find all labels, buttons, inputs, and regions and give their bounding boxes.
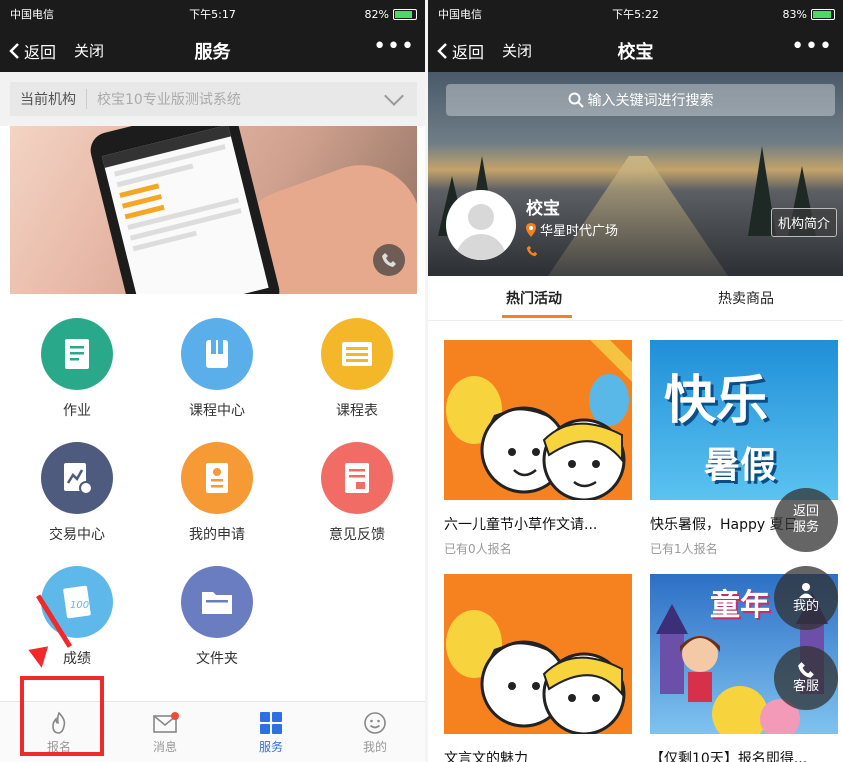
card-image-text: 快乐 (664, 371, 769, 431)
search-icon (568, 92, 584, 108)
grid-item-course-center[interactable]: 课程中心 (162, 318, 272, 420)
annotation-highlight-box (20, 676, 104, 756)
promo-banner[interactable] (10, 126, 417, 294)
grid-label: 课程表 (336, 403, 378, 419)
transaction-icon (41, 442, 113, 514)
float-support-label: 客服 (792, 679, 819, 694)
content-tabs: 热门活动 热卖商品 (428, 276, 843, 321)
tab-label: 我的 (362, 740, 387, 754)
annotation-arrow-head (28, 646, 52, 670)
org-selector[interactable]: 当前机构 校宝10专业版测试系统 (10, 82, 417, 116)
float-return-label: 返回 (792, 504, 819, 519)
status-time: 下午5:22 (612, 8, 659, 21)
shop-hero-banner: 输入关键词进行搜索 校宝 华星时代广场 机构简介 (428, 72, 843, 276)
return-service-button[interactable]: 返回 服务 (774, 488, 838, 552)
org-label: 当前机构 (10, 89, 87, 109)
shop-address-text: 华星时代广场 (540, 224, 619, 239)
avatar[interactable] (446, 190, 516, 260)
tab-mine[interactable]: 我的 (322, 702, 425, 762)
battery-icon (811, 8, 835, 20)
left-phone-screen: 中国电信 下午5:17 82% 返回 关闭 服务 ••• 当前机构 校宝10专业… (0, 0, 425, 762)
card-signup-count: 已有0人报名 (444, 542, 512, 556)
card-title: 文言文的魅力 (444, 751, 528, 762)
org-selector-bar: 当前机构 校宝10专业版测试系统 (0, 72, 425, 126)
grid-label: 意见反馈 (329, 527, 385, 543)
right-phone-screen: 中国电信 下午5:22 83% 返回 关闭 校宝 ••• 输入关键词进行搜索 校… (428, 0, 843, 762)
tab-label: 消息 (152, 740, 177, 754)
folder-icon (181, 566, 253, 638)
application-icon (181, 442, 253, 514)
org-value: 校宝10专业版测试系统 (97, 92, 241, 108)
homework-icon (41, 318, 113, 390)
grid-label: 课程中心 (189, 403, 245, 419)
page-title: 服务 (194, 42, 231, 63)
activity-card[interactable]: 文言文的魅力 (444, 574, 632, 762)
status-bar: 中国电信 下午5:22 83% (428, 0, 843, 28)
user-icon (799, 583, 813, 598)
smile-icon (322, 708, 425, 738)
chevron-down-icon (384, 86, 404, 106)
mine-float-button[interactable]: 我的 (774, 566, 838, 630)
nav-bar: 返回 关闭 校宝 ••• (428, 28, 843, 72)
grid-item-homework[interactable]: 作业 (22, 318, 132, 420)
search-placeholder: 输入关键词进行搜索 (587, 93, 714, 109)
phone-image (86, 126, 284, 294)
tab-hot-activities[interactable]: 热门活动 (506, 288, 562, 308)
float-mine-label: 我的 (792, 599, 819, 614)
activity-card[interactable]: 六一儿童节小草作文请... 已有0人报名 (444, 340, 632, 557)
grid-item-transaction[interactable]: 交易中心 (22, 442, 132, 544)
phone-call-icon (798, 662, 814, 678)
tab-hot-products[interactable]: 热卖商品 (718, 288, 774, 308)
org-intro-button[interactable]: 机构简介 (770, 208, 837, 237)
status-time: 下午5:17 (189, 8, 236, 21)
grid-item-schedule[interactable]: 课程表 (302, 318, 412, 420)
support-float-button[interactable]: 客服 (774, 646, 838, 710)
nav-bar: 返回 关闭 服务 ••• (0, 28, 425, 72)
svg-text:100: 100 (70, 600, 89, 611)
search-input[interactable]: 输入关键词进行搜索 (446, 84, 835, 116)
tab-services[interactable]: 服务 (218, 702, 324, 762)
grid-label: 文件夹 (196, 651, 238, 667)
more-button[interactable]: ••• (373, 34, 415, 59)
grid-icon (218, 708, 324, 738)
card-image (444, 574, 632, 734)
score-icon: 100 (41, 566, 113, 638)
card-title: 【仅剩10天】报名即得... (650, 751, 808, 762)
battery-percent: 83% (782, 7, 807, 21)
grid-item-folder[interactable]: 文件夹 (162, 566, 272, 668)
card-image (444, 340, 632, 500)
phone-icon[interactable] (526, 242, 538, 261)
page-title: 校宝 (617, 42, 654, 63)
course-center-icon (181, 318, 253, 390)
active-tab-indicator (502, 315, 572, 318)
tab-messages[interactable]: 消息 (112, 702, 218, 762)
card-image-subtext: 暑假 (704, 445, 777, 486)
message-icon (112, 708, 218, 738)
phone-call-icon[interactable] (373, 244, 405, 276)
shop-name: 校宝 (526, 199, 560, 219)
schedule-icon (321, 318, 393, 390)
location-pin-icon (526, 222, 536, 237)
float-service-label: 服务 (792, 520, 819, 535)
tab-label: 服务 (258, 740, 283, 754)
card-title: 六一儿童节小草作文请... (444, 517, 598, 533)
more-button[interactable]: ••• (791, 34, 833, 59)
battery-percent: 82% (364, 7, 389, 21)
grid-label: 交易中心 (49, 527, 105, 543)
battery-icon (393, 8, 417, 20)
card-image: 快乐 暑假 (650, 340, 838, 500)
grid-label: 作业 (63, 403, 91, 419)
shop-address[interactable]: 华星时代广场 (526, 220, 618, 239)
status-bar: 中国电信 下午5:17 82% (0, 0, 425, 28)
grid-item-my-application[interactable]: 我的申请 (162, 442, 272, 544)
grid-item-feedback[interactable]: 意见反馈 (302, 442, 412, 544)
road-image (548, 156, 728, 276)
grid-label: 我的申请 (189, 527, 245, 543)
feedback-icon (321, 442, 393, 514)
